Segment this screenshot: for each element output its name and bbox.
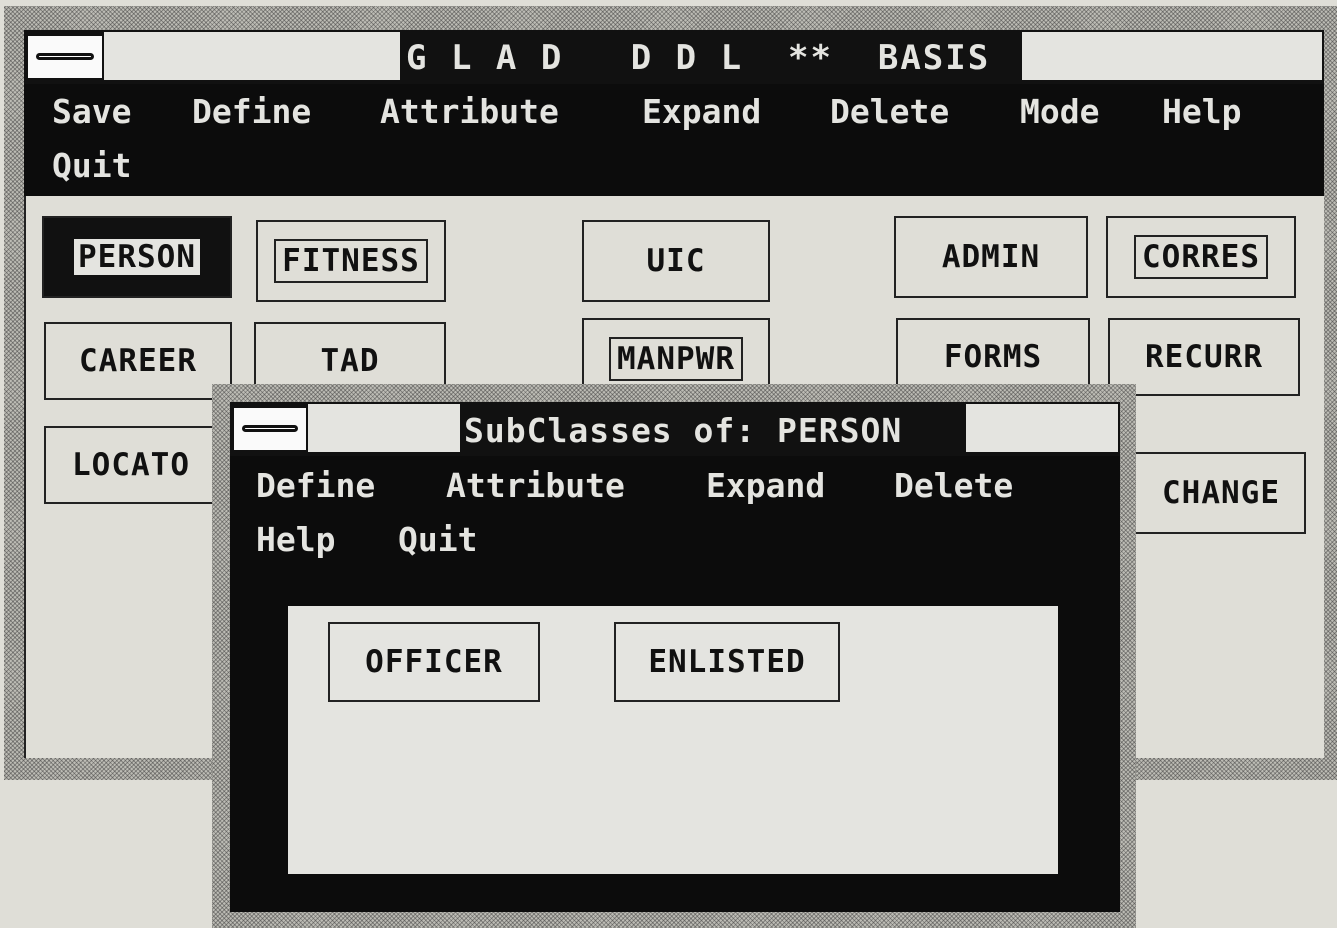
- subclass-title-left-fill: [308, 404, 460, 452]
- class-label: CORRES: [1134, 235, 1268, 279]
- class-label: ENLISTED: [648, 644, 806, 680]
- subclass-officer[interactable]: OFFICER: [328, 622, 540, 702]
- class-label: FITNESS: [274, 239, 428, 283]
- class-label: CHANGE: [1162, 475, 1280, 511]
- class-label: RECURR: [1145, 339, 1263, 375]
- main-window-title: G L A D D D L ** BASIS: [406, 38, 991, 78]
- menu-define[interactable]: Define: [192, 92, 311, 132]
- main-menu-bar: Save Define Attribute Expand Delete Mode…: [24, 84, 1324, 196]
- main-title-right-fill: [1022, 32, 1322, 80]
- class-admin[interactable]: ADMIN: [894, 216, 1088, 298]
- main-title-left-fill: [104, 32, 400, 80]
- subclass-title-right-fill: [966, 404, 1118, 452]
- class-label: TAD: [320, 343, 380, 379]
- class-label: LOCATO: [72, 447, 190, 483]
- sub-menu-expand[interactable]: Expand: [706, 466, 825, 506]
- sub-menu-help[interactable]: Help: [256, 520, 335, 560]
- class-label: ADMIN: [941, 239, 1041, 275]
- sub-menu-quit[interactable]: Quit: [398, 520, 477, 560]
- menu-help[interactable]: Help: [1162, 92, 1241, 132]
- menu-quit[interactable]: Quit: [52, 146, 131, 186]
- sub-menu-delete[interactable]: Delete: [894, 466, 1013, 506]
- class-uic[interactable]: UIC: [582, 220, 770, 302]
- class-career[interactable]: CAREER: [44, 322, 232, 400]
- menu-expand[interactable]: Expand: [642, 92, 761, 132]
- class-label: MANPWR: [609, 337, 743, 381]
- class-locato[interactable]: LOCATO: [44, 426, 232, 504]
- class-label: CAREER: [79, 343, 197, 379]
- class-recurr[interactable]: RECURR: [1108, 318, 1300, 396]
- system-menu-icon: [242, 425, 298, 432]
- subclass-system-menu-button[interactable]: [232, 406, 308, 452]
- system-menu-icon: [36, 53, 94, 60]
- class-label: OFFICER: [365, 644, 503, 680]
- sub-menu-attribute[interactable]: Attribute: [446, 466, 625, 506]
- class-label: UIC: [646, 243, 706, 279]
- menu-save[interactable]: Save: [52, 92, 131, 132]
- menu-mode[interactable]: Mode: [1020, 92, 1099, 132]
- class-label: PERSON: [74, 239, 200, 275]
- main-system-menu-button[interactable]: [26, 34, 104, 80]
- class-label: FORMS: [943, 339, 1043, 375]
- class-person-selected[interactable]: PERSON: [42, 216, 232, 298]
- subclass-window-title: SubClasses of: PERSON: [464, 410, 903, 450]
- menu-attribute[interactable]: Attribute: [380, 92, 559, 132]
- subclass-enlisted[interactable]: ENLISTED: [614, 622, 840, 702]
- sub-menu-define[interactable]: Define: [256, 466, 375, 506]
- class-corres[interactable]: CORRES: [1106, 216, 1296, 298]
- menu-delete[interactable]: Delete: [830, 92, 949, 132]
- class-fitness[interactable]: FITNESS: [256, 220, 446, 302]
